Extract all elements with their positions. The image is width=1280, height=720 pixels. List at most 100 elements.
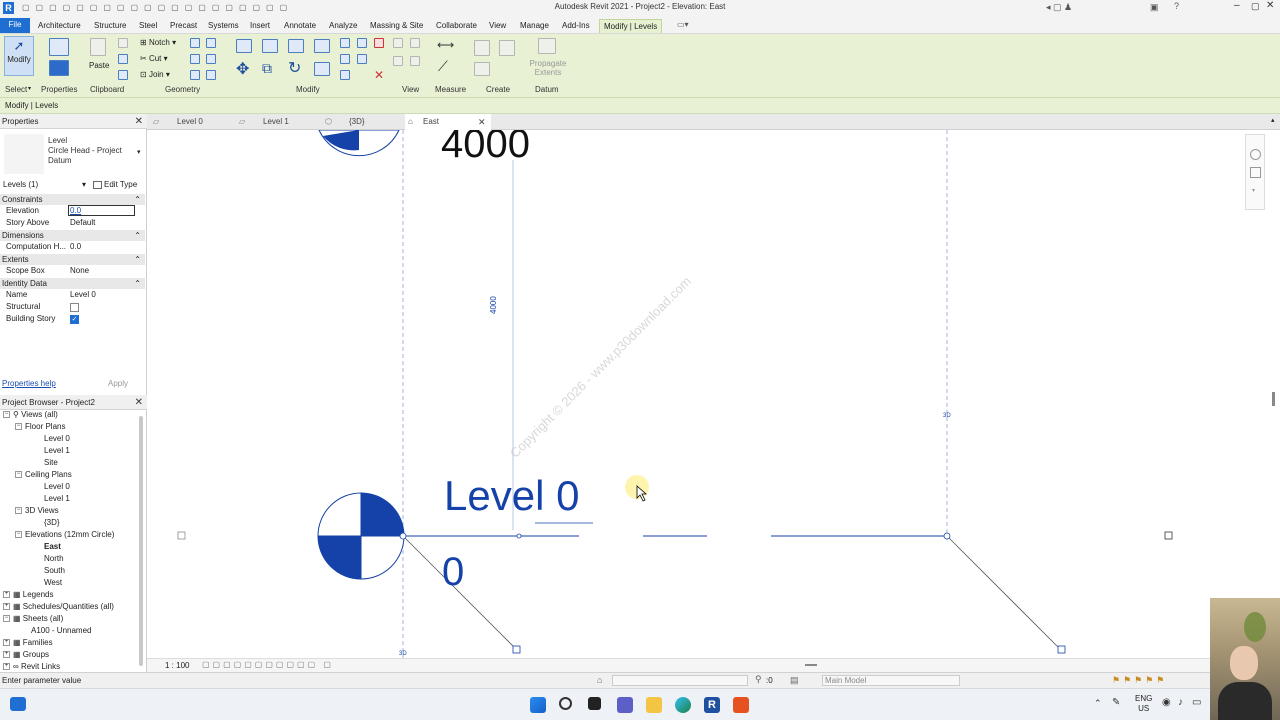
scope-box-value[interactable]: None xyxy=(70,266,89,275)
move-icon[interactable]: ✥ xyxy=(236,59,249,79)
type-selector-dropdown-icon[interactable]: ▾ xyxy=(137,148,141,156)
properties-close-icon[interactable]: ✕ xyxy=(135,114,143,129)
create-parts-icon[interactable] xyxy=(499,40,515,56)
copy-clipboard-icon[interactable] xyxy=(118,54,128,64)
view-tab-close-icon[interactable]: ✕ xyxy=(478,114,486,130)
expand-icon[interactable]: + xyxy=(3,663,10,671)
hide-element-icon[interactable] xyxy=(393,38,403,48)
dimension-icon[interactable]: ⟋ xyxy=(438,58,448,75)
top-level-elevation-text[interactable]: 4000 xyxy=(441,130,530,167)
tree-item-cp-level-1[interactable]: Level 1 xyxy=(44,494,70,503)
modify-button[interactable]: ➚ Modify xyxy=(4,36,34,76)
apply-button[interactable]: Apply xyxy=(108,379,128,388)
widgets-icon[interactable] xyxy=(10,697,26,711)
tree-item-south[interactable]: South xyxy=(44,566,65,575)
tree-views-all[interactable]: − ⚲ Views (all) xyxy=(3,410,58,419)
vertical-scrollbar[interactable] xyxy=(1272,392,1275,406)
section-constraints[interactable]: Constraints ⌃ xyxy=(0,194,145,205)
edit-type-button[interactable]: Edit Type xyxy=(93,179,137,191)
tray-overflow-icon[interactable]: ⌃ xyxy=(1094,698,1102,709)
structural-checkbox[interactable] xyxy=(70,303,79,312)
tree-item-sheet-a100[interactable]: A100 - Unnamed xyxy=(31,626,91,635)
drawing-canvas[interactable]: 4000 Level 0 0 4000 Copyright © 2026 - w… xyxy=(147,130,1245,658)
geometry-tool-1-icon[interactable] xyxy=(190,38,200,48)
measure-icon[interactable]: ⟷ xyxy=(437,38,454,52)
tree-families[interactable]: + ▦ Families xyxy=(3,638,53,647)
expand-icon[interactable]: + xyxy=(3,651,10,659)
select-group-label[interactable]: Select xyxy=(5,85,27,94)
search-icon[interactable]: ◂ ▢ ♟ xyxy=(1046,2,1072,13)
tab-systems[interactable]: Systems xyxy=(204,19,243,33)
scale-icon[interactable] xyxy=(340,70,350,80)
section-dimensions[interactable]: Dimensions ⌃ xyxy=(0,230,145,241)
tab-file[interactable]: File xyxy=(0,18,30,33)
type-properties-icon[interactable] xyxy=(49,38,69,56)
expand-icon[interactable]: + xyxy=(3,591,10,599)
collapse-icon[interactable]: − xyxy=(15,531,22,539)
search-icon[interactable] xyxy=(559,697,572,710)
collapse-icon[interactable]: ⌃ xyxy=(134,254,141,265)
tree-item-3d[interactable]: {3D} xyxy=(44,518,60,527)
linework-icon[interactable] xyxy=(393,56,403,66)
design-options-icon[interactable]: ▤ xyxy=(790,675,799,686)
browser-scrollbar[interactable] xyxy=(139,416,143,666)
wifi-icon[interactable]: ◉ xyxy=(1162,697,1171,708)
volume-icon[interactable]: ♪ xyxy=(1178,697,1183,708)
tab-insert[interactable]: Insert xyxy=(246,19,274,33)
minimize-button[interactable]: – xyxy=(1234,0,1240,11)
tab-manage[interactable]: Manage xyxy=(516,19,553,33)
properties-icon[interactable] xyxy=(49,60,69,76)
building-story-checkbox[interactable]: ✓ xyxy=(70,315,79,324)
collapse-icon[interactable]: − xyxy=(15,507,22,515)
3d-extent-label-bottom[interactable]: 3D xyxy=(399,651,407,657)
elevation-drawing[interactable] xyxy=(147,130,1245,658)
collapse-icon[interactable]: ⌃ xyxy=(134,230,141,241)
name-value[interactable]: Level 0 xyxy=(70,290,96,299)
elevation-input[interactable]: 0.0 xyxy=(68,205,135,216)
collapse-icon[interactable]: ⌃ xyxy=(134,194,141,205)
start-icon[interactable] xyxy=(530,697,546,713)
properties-help-link[interactable]: Properties help xyxy=(2,379,56,388)
view-tab-menu-icon[interactable]: ▴ xyxy=(1271,116,1275,124)
horizontal-scrollbar[interactable] xyxy=(805,664,817,666)
close-button[interactable]: ✕ xyxy=(1266,0,1274,11)
dimension-text[interactable]: 4000 xyxy=(489,284,498,314)
collapse-icon[interactable]: − xyxy=(3,411,10,419)
tab-structure[interactable]: Structure xyxy=(90,19,130,33)
tab-view[interactable]: View xyxy=(485,19,510,33)
unpin-icon[interactable] xyxy=(357,54,367,64)
tree-item-fp-level-0[interactable]: Level 0 xyxy=(44,434,70,443)
tree-item-fp-level-1[interactable]: Level 1 xyxy=(44,446,70,455)
view-tab-east[interactable]: ⌂ East ✕ xyxy=(405,114,491,130)
cart-icon[interactable]: ▣ xyxy=(1150,2,1159,13)
delete-icon[interactable]: ✕ xyxy=(374,68,384,82)
3d-extent-label[interactable]: 3D xyxy=(943,413,951,419)
chat-icon[interactable] xyxy=(617,697,633,713)
cut-button[interactable]: ✂ Cut ▾ xyxy=(140,54,168,63)
level-name-text[interactable]: Level 0 xyxy=(444,472,579,520)
expand-icon[interactable]: + xyxy=(3,603,10,611)
tree-3d-views[interactable]: −3D Views xyxy=(15,506,59,515)
tab-architecture[interactable]: Architecture xyxy=(34,19,85,33)
type-selector[interactable]: Level Circle Head - Project Datum xyxy=(48,136,144,166)
selection-options-icons[interactable]: ⚑⚑⚑⚑⚑ xyxy=(1112,675,1167,686)
geometry-tool-5-icon[interactable] xyxy=(190,70,200,80)
tree-item-east[interactable]: East xyxy=(44,542,61,551)
tab-modify-levels[interactable]: Modify | Levels xyxy=(599,19,663,33)
rotate-icon[interactable]: ↻ xyxy=(288,58,301,78)
filter-icon[interactable]: ⚲ xyxy=(755,674,762,685)
edge-browser-icon[interactable] xyxy=(675,697,691,713)
tree-sheets[interactable]: − ▦ Sheets (all) xyxy=(3,614,63,623)
tab-collaborate[interactable]: Collaborate xyxy=(432,19,481,33)
worksharing-icon[interactable]: ⌂ xyxy=(597,675,602,685)
tab-add-ins[interactable]: Add-Ins xyxy=(558,19,594,33)
maximize-button[interactable]: ▢ xyxy=(1251,1,1260,12)
nav-menu-icon[interactable]: ▾ xyxy=(1252,187,1255,194)
geometry-tool-6-icon[interactable] xyxy=(206,70,216,80)
view-tab-3d[interactable]: ⬡ {3D} xyxy=(319,114,405,130)
match-type-icon[interactable] xyxy=(118,70,128,80)
view-controls-icons[interactable]: ▢▢▢▢▢▢▢▢▢▢▢ ▢ xyxy=(202,660,334,669)
expand-icon[interactable]: + xyxy=(3,639,10,647)
task-view-icon[interactable] xyxy=(588,697,601,710)
paste-icon[interactable] xyxy=(90,38,106,56)
